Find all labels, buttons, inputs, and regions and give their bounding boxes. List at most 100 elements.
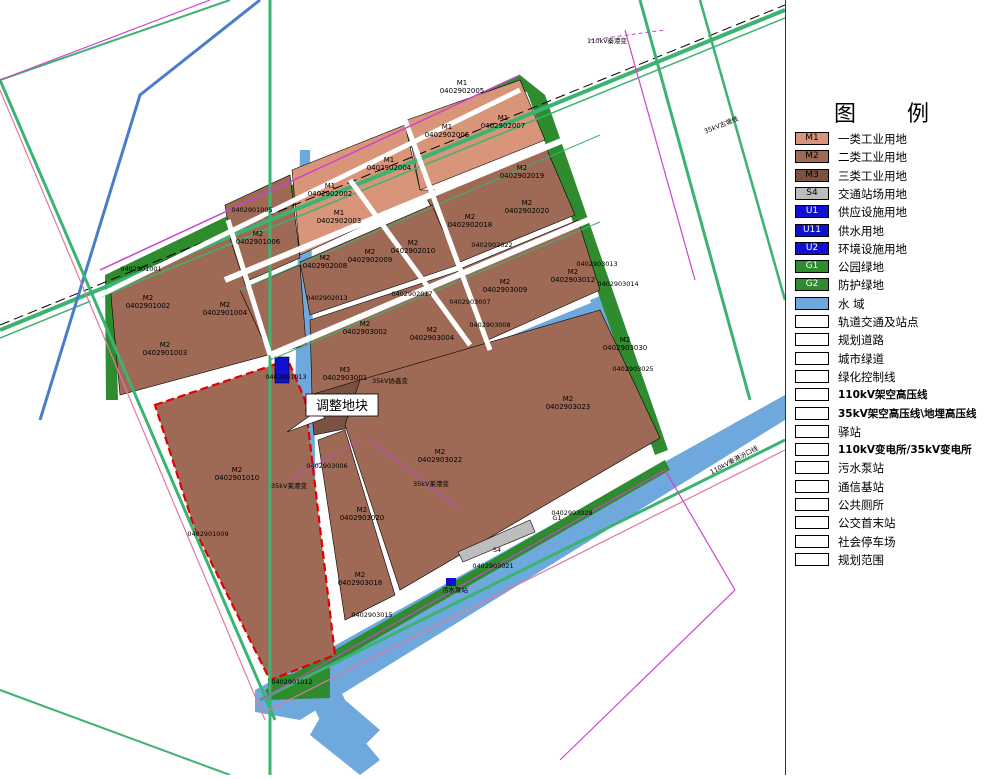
parcel-type-label: M2 [320, 254, 331, 262]
parcel-code-label: 0402902009 [348, 256, 393, 264]
parcel-code-label: 0402903012 [551, 276, 596, 284]
parcel-type-label: M2 [563, 395, 574, 403]
parcel-code-label: 0402901004 [203, 309, 248, 317]
parcel-type-label: M2 [517, 164, 528, 172]
legend-label: 供应设施用地 [838, 205, 907, 220]
road-sw [0, 689, 231, 776]
parcel-code-label: 0402901003 [143, 349, 188, 357]
adjust-label: 调整地块 [316, 399, 368, 414]
parcel-code-label: 0402903020 [340, 514, 385, 522]
parcel-type-label: M2 [360, 320, 371, 328]
parcel-type-label: M2 [568, 268, 579, 276]
parcel-type-label: M1 [498, 114, 509, 122]
legend-swatch: U1 [795, 205, 829, 219]
legend-swatch [795, 351, 829, 365]
legend-swatch [795, 498, 829, 511]
map-annotation-c3006: 0402903006 [306, 462, 347, 470]
legend-swatch [795, 552, 829, 566]
legend-swatch: G1 [795, 260, 829, 274]
map-annotation-g1: G1 [552, 514, 561, 522]
map-annotation-s4: S4 [493, 546, 501, 554]
parcel-code-label: 0402903023 [546, 403, 591, 411]
legend-item: 规划范围 [795, 552, 995, 569]
parcel-code-label: 0402902020 [505, 207, 550, 215]
legend-label: 110kV变电所/35kV变电所 [838, 444, 972, 457]
map-annotation-c2017: 0402902017 [391, 290, 432, 298]
legend-item: 35kV架空高压线\地埋高压线 [795, 406, 995, 423]
legend-swatch: U2 [795, 241, 829, 255]
legend-item: 110kV变电所/35kV变电所 [795, 442, 995, 459]
legend-label: 规划范围 [838, 552, 884, 567]
legend-swatch [795, 461, 829, 475]
parcel-code-label: 0402902010 [391, 247, 436, 255]
legend-swatch [795, 443, 829, 457]
map-annotation-sub110: 110kV秦港变 [587, 36, 628, 45]
legend-item: U2 环境设施用地 [795, 241, 995, 258]
legend-swatch [795, 369, 829, 383]
map-annotation-c3014: 0402903014 [597, 280, 638, 288]
parcel-code-label: 0402902004 [367, 164, 412, 172]
parcel-code-label: 0402903030 [603, 344, 648, 352]
parcel-code-label: 0402902006 [425, 131, 470, 139]
legend-item: 社会停车场 [795, 534, 995, 551]
legend-item: 公共厕所 [795, 497, 995, 514]
legend-swatch [795, 424, 829, 438]
parcel-type-label: M2 [143, 294, 154, 302]
parcel-type-label: M2 [427, 326, 438, 334]
legend-item: 驿站 [795, 424, 995, 441]
map-annotation-c3007: 0402903007 [449, 298, 490, 306]
parcel-code-label: 0402901002 [126, 302, 171, 310]
legend-item: 公交首末站 [795, 515, 995, 532]
planning-map-page: M1 0402902005 M1 0402902006 M1 0402902007 M1 04… [0, 0, 998, 776]
legend-label: 公共厕所 [838, 498, 884, 512]
map-annotation-sub35c: 35kV莱港变 [271, 481, 307, 490]
parcel-type-label: M1 [442, 123, 453, 131]
legend-item: 规划道路 [795, 332, 995, 349]
legend-swatch: S4 [795, 186, 829, 200]
parcel-code-label: 0402902002 [308, 190, 353, 198]
map-annotation-c1009: 0402901009 [187, 530, 228, 538]
parcel-code-label: 0402901010 [215, 474, 260, 482]
legend-item: 水 域 [795, 296, 995, 313]
legend-item: 污水泵站 [795, 460, 995, 477]
legend-label: 通信基站 [838, 479, 884, 494]
legend-label: 水 域 [838, 296, 865, 311]
parcel-type-label: M2 [365, 248, 376, 256]
parcel-code-label: 0402903004 [410, 334, 455, 342]
map-annotation-pump: 污水泵站 [442, 585, 469, 594]
parcel-type-label: M2 [357, 506, 368, 514]
road-east-diag [638, 0, 752, 401]
legend-label: 供水用地 [838, 223, 884, 238]
legend-item: 轨道交通及站点 [795, 314, 995, 331]
legend-item: 110kV架空高压线 [795, 387, 995, 404]
map-annotation-c3021: 0402903021 [472, 562, 513, 570]
parcel-code-label: 0402903018 [338, 579, 383, 587]
parcel-type-label: M2 [500, 278, 511, 286]
legend-swatch: M3 [795, 168, 829, 182]
map-canvas: M10402902005M10402902006M10402902007M104… [0, 0, 787, 776]
legend-item: G1 公园绿地 [795, 259, 995, 276]
parcel-code-label: 0402903022 [418, 456, 463, 464]
map-annotation-c3013: 0402903013 [576, 260, 617, 268]
land-use-map[interactable]: M1 0402902005 M1 0402902006 M1 0402902007 M1 04… [0, 0, 787, 776]
parcel-code-label: 0402902007 [481, 122, 526, 130]
parcel-type-label: M1 [457, 79, 468, 87]
legend-item: 绿化控制线 [795, 369, 995, 386]
legend-label: 公园绿地 [838, 260, 884, 275]
map-annotation-c1001: 0402901001 [120, 265, 161, 273]
map-annotation-c3015: 0402903015 [351, 611, 392, 619]
legend-label: 三类工业用地 [838, 168, 907, 183]
pump-station-parcel [446, 578, 456, 586]
legend-swatch [795, 516, 829, 530]
legend-swatch [795, 479, 829, 493]
legend-swatch [795, 406, 829, 420]
legend-swatch: M1 [795, 132, 829, 145]
map-annotation-sub35a: 35kV协鑫变 [372, 376, 408, 385]
legend-label: 轨道交通及站点 [838, 315, 919, 329]
legend-label: 社会停车场 [838, 534, 896, 549]
parcel-type-label: M2 [408, 239, 419, 247]
legend-item: U11 供水用地 [795, 223, 995, 240]
legend-label: 一类工业用地 [838, 132, 907, 146]
parcel-type-label: M2 [355, 571, 366, 579]
legend-label: 城市绿道 [838, 351, 884, 366]
